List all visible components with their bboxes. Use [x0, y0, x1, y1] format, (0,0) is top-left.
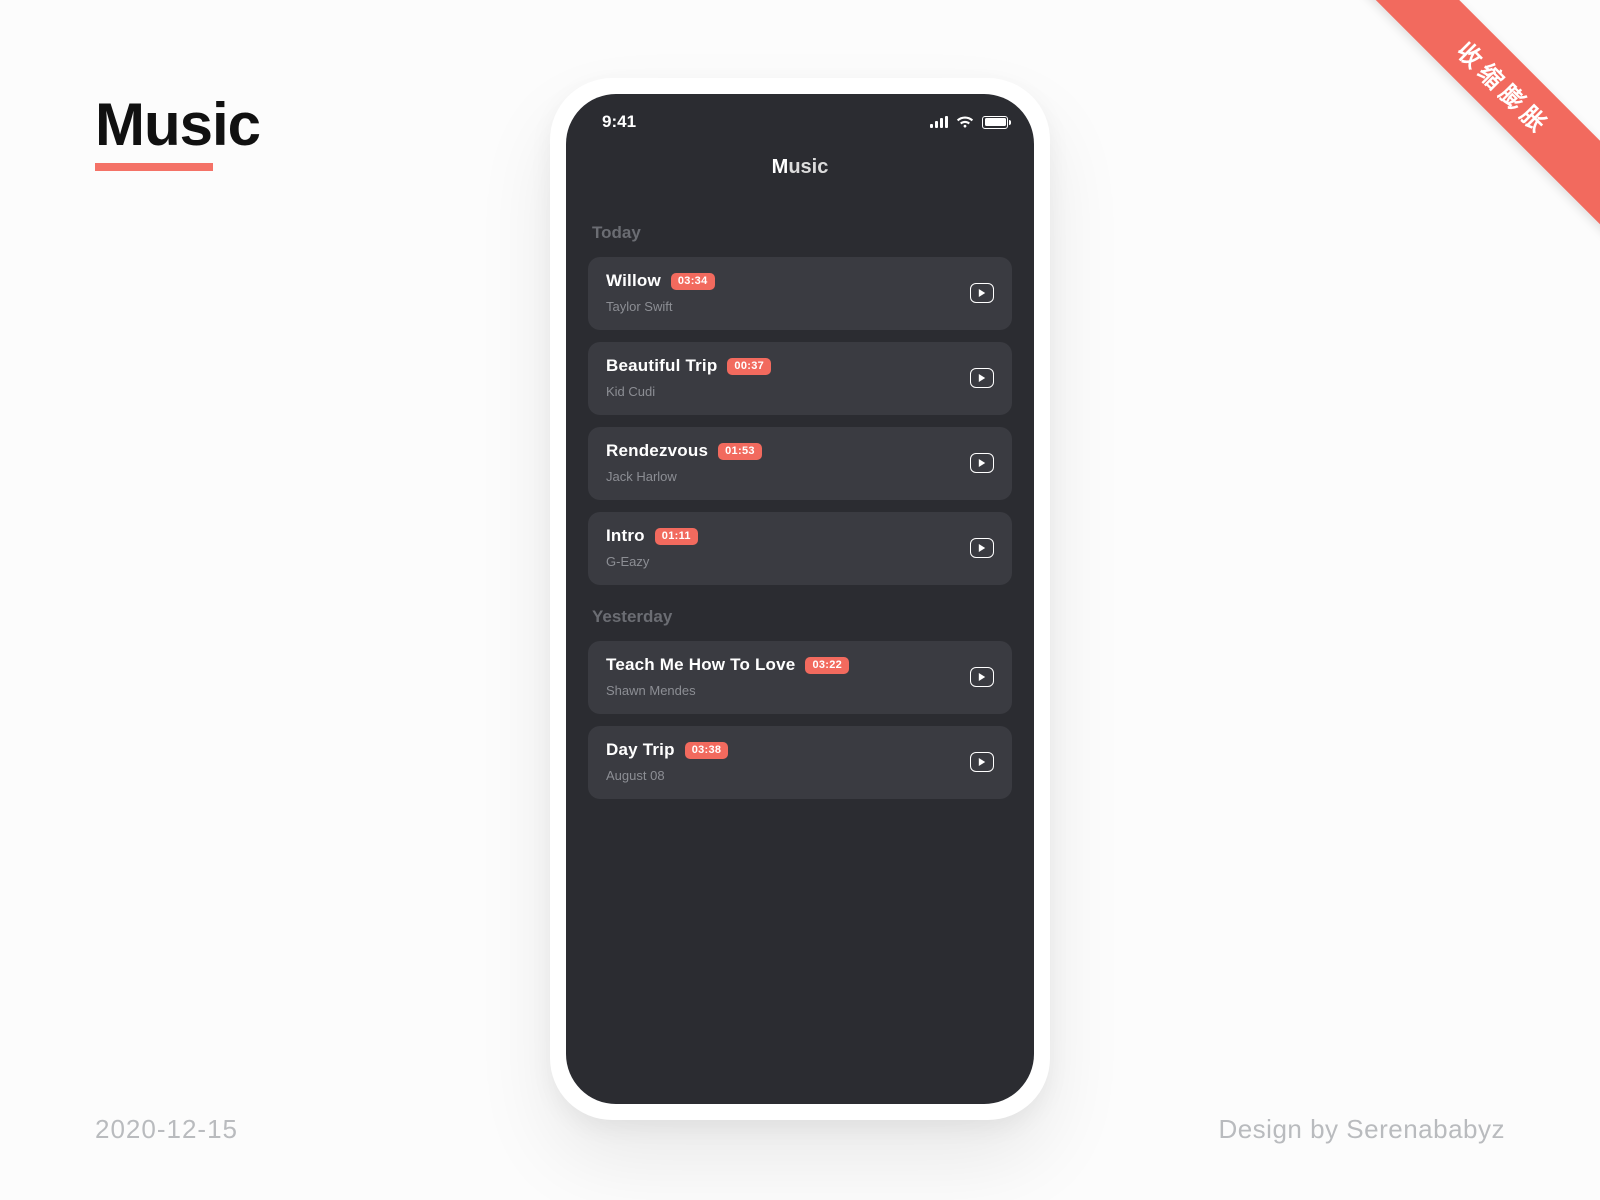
play-button[interactable] [970, 283, 994, 303]
corner-ribbon: 收缩膨胀 [1340, 0, 1600, 260]
track-duration-badge: 01:11 [655, 528, 698, 545]
track-artist: Shawn Mendes [606, 683, 849, 698]
play-button[interactable] [970, 538, 994, 558]
track-row[interactable]: Day Trip 03:38 August 08 [588, 726, 1012, 799]
app-title-lead: M [772, 156, 789, 178]
play-button[interactable] [970, 453, 994, 473]
play-icon [978, 673, 986, 681]
app-title-rest: usic [788, 156, 828, 178]
track-row[interactable]: Rendezvous 01:53 Jack Harlow [588, 427, 1012, 500]
section-heading-today: Today [592, 223, 1008, 243]
play-icon [978, 544, 986, 552]
track-title: Intro [606, 526, 645, 546]
ribbon-label: 收缩膨胀 [1350, 0, 1600, 243]
track-artist: Jack Harlow [606, 469, 762, 484]
play-button[interactable] [970, 752, 994, 772]
track-artist: August 08 [606, 768, 728, 783]
track-title: Teach Me How To Love [606, 655, 795, 675]
track-title: Rendezvous [606, 441, 708, 461]
section-heading-yesterday: Yesterday [592, 607, 1008, 627]
footer-date: 2020-12-15 [95, 1114, 238, 1145]
cellular-icon [930, 116, 948, 128]
logo-underline [95, 163, 213, 171]
track-title: Day Trip [606, 740, 675, 760]
track-row[interactable]: Intro 01:11 G-Eazy [588, 512, 1012, 585]
track-title: Beautiful Trip [606, 356, 717, 376]
track-row[interactable]: Teach Me How To Love 03:22 Shawn Mendes [588, 641, 1012, 714]
play-button[interactable] [970, 667, 994, 687]
play-icon [978, 374, 986, 382]
track-row[interactable]: Beautiful Trip 00:37 Kid Cudi [588, 342, 1012, 415]
status-icons [930, 115, 1008, 129]
music-list: Today Willow 03:34 Taylor Swift Beautifu… [566, 179, 1034, 799]
track-title: Willow [606, 271, 661, 291]
track-duration-badge: 00:37 [727, 358, 771, 375]
battery-icon [982, 116, 1008, 129]
track-duration-badge: 03:34 [671, 273, 715, 290]
footer-credit: Design by Serenababyz [1218, 1114, 1505, 1145]
play-button[interactable] [970, 368, 994, 388]
phone-screen: 9:41 Music Today Willow 03:34 [566, 94, 1034, 1104]
play-icon [978, 758, 986, 766]
status-bar: 9:41 [566, 94, 1034, 150]
track-artist: Kid Cudi [606, 384, 771, 399]
play-icon [978, 289, 986, 297]
track-row[interactable]: Willow 03:34 Taylor Swift [588, 257, 1012, 330]
wifi-icon [956, 115, 974, 129]
track-artist: G-Eazy [606, 554, 698, 569]
app-header-title: Music [566, 156, 1034, 179]
status-time: 9:41 [602, 112, 636, 132]
track-duration-badge: 03:22 [805, 657, 849, 674]
page-logo: Music [95, 90, 260, 171]
phone-frame: 9:41 Music Today Willow 03:34 [550, 78, 1050, 1120]
play-icon [978, 459, 986, 467]
track-duration-badge: 03:38 [685, 742, 729, 759]
track-duration-badge: 01:53 [718, 443, 762, 460]
track-artist: Taylor Swift [606, 299, 715, 314]
page-title: Music [95, 90, 260, 159]
